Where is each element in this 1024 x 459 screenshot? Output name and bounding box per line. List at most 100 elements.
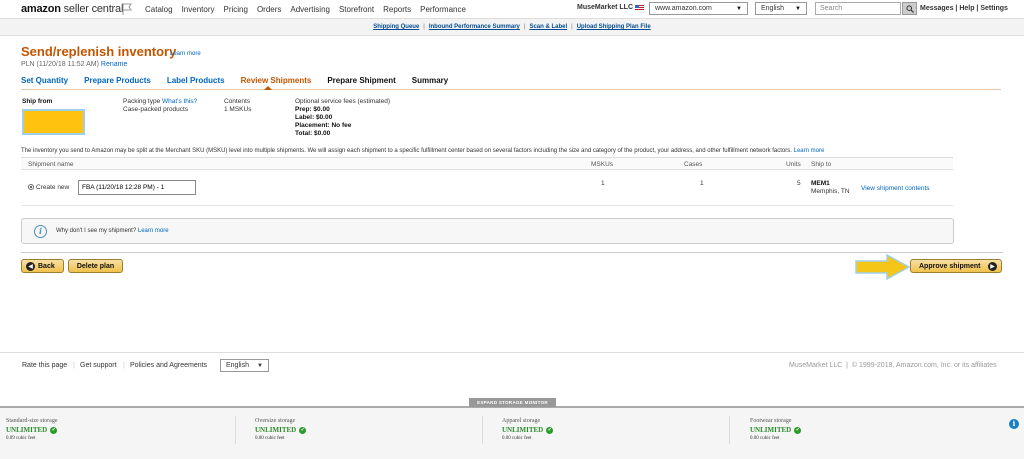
info-text: Why don't I see my shipment? Learn more [56, 228, 169, 234]
storage-usage: 0.00 cubic feet [750, 436, 780, 441]
storage-footwear: Footwear storage UNLIMITED ✓ 0.00 cubic f… [750, 418, 802, 441]
footer-right: MuseMarket LLC | © 1999-2018, Amazon.com… [789, 362, 997, 369]
step-set-quantity[interactable]: Set Quantity [21, 76, 68, 85]
nav-advertising[interactable]: Advertising [290, 5, 330, 14]
delete-plan-button[interactable]: Delete plan [68, 259, 123, 273]
shipment-name-input[interactable] [78, 180, 196, 195]
search-button[interactable] [902, 2, 917, 15]
chevron-down-icon: ▼ [257, 362, 263, 369]
divider [729, 416, 730, 444]
search-input[interactable]: Search [815, 2, 901, 15]
row-cases: 1 [700, 180, 704, 187]
storage-type: Standard-size storage [6, 418, 58, 424]
policies-link[interactable]: Policies and Agreements [130, 362, 207, 369]
create-new-radio[interactable] [28, 184, 34, 190]
nav-storefront[interactable]: Storefront [339, 5, 374, 14]
steps-divider [21, 89, 1001, 90]
separator: | [571, 24, 573, 30]
copyright: © 1999-2018, Amazon.com, Inc. or its aff… [851, 362, 997, 369]
row-mskus: 1 [601, 180, 605, 187]
flag-icon[interactable] [122, 3, 132, 15]
rename-link[interactable]: Rename [101, 61, 127, 68]
top-links[interactable]: Messages | Help | Settings [920, 5, 1008, 12]
shipment-table-header: Shipment name MSKUs Cases Units Ship to [21, 157, 953, 170]
fba-subnav: Shipping Queue | Inbound Performance Summa… [0, 19, 1024, 36]
ship-from: Ship from [22, 98, 52, 106]
step-label-products[interactable]: Label Products [167, 76, 225, 85]
service-fees: Optional service fees (estimated) Prep: … [295, 98, 390, 138]
rate-page-link[interactable]: Rate this page [22, 362, 67, 369]
row-fc-code: MEM1 [811, 180, 830, 187]
storage-apparel: Apparel storage UNLIMITED ✓ 0.00 cubic fe… [502, 418, 554, 441]
view-shipment-contents-link[interactable]: View shipment contents [861, 185, 930, 192]
nav-inventory[interactable]: Inventory [182, 5, 215, 14]
search-icon [905, 4, 914, 13]
split-learn-more-link[interactable]: Learn more [794, 148, 825, 154]
back-button[interactable]: ◀ Back [21, 259, 64, 273]
storage-usage: 0.09 cubic feet [6, 436, 36, 441]
active-step-marker [264, 86, 272, 90]
storage-type: Apparel storage [502, 418, 541, 424]
packing-type-label: Packing type [123, 98, 161, 105]
get-support-link[interactable]: Get support [80, 362, 117, 369]
nav-pricing[interactable]: Pricing [223, 5, 247, 14]
nav-orders[interactable]: Orders [257, 5, 281, 14]
info-circle-icon[interactable]: i [1009, 419, 1019, 429]
step-prepare-products[interactable]: Prepare Products [84, 76, 151, 85]
ship-from-address-redacted [22, 109, 85, 135]
logo-product: seller central [63, 3, 124, 15]
chevron-left-icon: ◀ [26, 261, 35, 271]
col-ship-to: Ship to [811, 161, 832, 168]
marketplace-select[interactable]: www.amazon.com ▼ [649, 2, 748, 15]
storage-type: Footwear storage [750, 418, 792, 424]
storage-status-text: UNLIMITED [502, 426, 544, 434]
language-select[interactable]: English ▼ [755, 2, 807, 15]
row-fc-city: Memphis, TN [811, 188, 850, 195]
subnav-scan-label[interactable]: Scan & Label [529, 24, 567, 30]
split-note-text: The inventory you send to Amazon may be … [21, 148, 792, 154]
plan-name: PLN (11/20/18 11:52 AM) Rename [21, 61, 127, 68]
col-units: Units [786, 161, 801, 168]
nav-performance[interactable]: Performance [420, 5, 466, 14]
info-learn-more-link[interactable]: Learn more [138, 228, 169, 234]
learn-more-link[interactable]: Learn more [170, 51, 201, 57]
footer-merchant: MuseMarket LLC [789, 362, 843, 369]
workflow-steps: Set Quantity Prepare Products Label Prod… [21, 76, 464, 85]
language-value: English [761, 5, 784, 12]
nav-reports[interactable]: Reports [383, 5, 411, 14]
top-nav-bar: amazon seller central Catalog Inventory … [0, 0, 1024, 19]
divider [482, 416, 483, 444]
storage-usage: 0.00 cubic feet [502, 436, 532, 441]
merchant-name: MuseMarket LLC [577, 4, 634, 11]
footer-language-select[interactable]: English ▼ [220, 359, 269, 372]
fees-label: Optional service fees (estimated) [295, 98, 391, 105]
subnav-shipping-queue[interactable]: Shipping Queue [373, 24, 419, 30]
us-flag-icon [635, 5, 644, 11]
contents-value: 1 MSKUs [224, 106, 252, 113]
storage-status-text: UNLIMITED [750, 426, 792, 434]
page-title: Send/replenish inventory [21, 44, 177, 59]
check-icon: ✓ [299, 426, 307, 434]
contents: Contents 1 MSKUs [224, 98, 251, 114]
amazon-seller-central-logo[interactable]: amazon seller central [21, 3, 123, 15]
fee-prep: Prep: $0.00 [295, 106, 330, 113]
separator: | [123, 362, 125, 369]
col-cases: Cases [684, 161, 703, 168]
check-icon: ✓ [794, 426, 802, 434]
info-question: Why don't I see my shipment? [56, 228, 137, 234]
separator: | [523, 24, 526, 30]
whats-this-link[interactable]: What's this? [162, 98, 197, 105]
nav-catalog[interactable]: Catalog [145, 5, 173, 14]
subnav-upload-plan[interactable]: Upload Shipping Plan File [577, 24, 651, 30]
contents-label: Contents [224, 98, 251, 105]
approve-shipment-button[interactable]: Approve shipment ▶ [910, 259, 1002, 273]
expand-storage-monitor-button[interactable]: EXPAND STORAGE MONITOR [469, 398, 556, 407]
packing-type-value: Case-packed products [123, 106, 189, 113]
separator: | [73, 362, 75, 369]
storage-oversize: Oversize storage UNLIMITED ✓ 0.00 cubic f… [255, 418, 307, 441]
subnav-inbound-performance[interactable]: Inbound Performance Summary [429, 24, 520, 30]
split-note: The inventory you send to Amazon may be … [21, 148, 824, 154]
main-nav: Catalog Inventory Pricing Orders Adverti… [145, 5, 475, 14]
storage-type: Oversize storage [255, 418, 296, 424]
storage-status: UNLIMITED ✓ [502, 426, 554, 434]
